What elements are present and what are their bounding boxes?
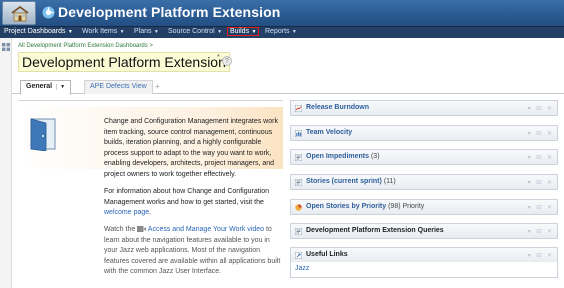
menu-label: Work Items [82, 28, 118, 35]
widget-tools-icon[interactable]: ▾ ⊟ ✕ [528, 228, 554, 235]
widget-tools-icon[interactable]: ▾ ⊟ ✕ [528, 154, 554, 161]
widget-title-text: Open Impediments [306, 153, 370, 160]
widget-title: Open Stories by Priority (98) Priority [306, 203, 424, 210]
widget-tools-icon[interactable]: ▾ ⊟ ✕ [528, 105, 554, 112]
info-text-end: . [149, 209, 152, 216]
chevron-down-icon: ▼ [118, 29, 125, 35]
help-icon[interactable]: ? [222, 56, 232, 66]
widget-useful-links[interactable]: Useful Links ▾ ⊟ ✕ [290, 247, 558, 263]
widget-open-impediments[interactable]: Open Impediments (3) ▾ ⊟ ✕ [290, 149, 558, 165]
widget-tools-icon[interactable]: ▾ ⊟ ✕ [528, 204, 554, 211]
widget-open-stories-by-priority[interactable]: Open Stories by Priority (98) Priority ▾… [290, 199, 558, 215]
menu-label: Source Control [168, 28, 215, 35]
side-strip [0, 38, 12, 288]
widget-tools-icon[interactable]: ▾ ⊟ ✕ [528, 252, 554, 259]
widget-count: (3) [370, 153, 380, 160]
widget-title: Stories (current sprint) (11) [306, 178, 396, 185]
widget-title-text: Stories (current sprint) [306, 178, 382, 185]
tab-general[interactable]: General ▼ [20, 80, 72, 95]
widget-title-text: Open Stories by Priority [306, 203, 387, 210]
widget-release-burndown[interactable]: Release Burndown ▾ ⊟ ✕ [290, 100, 558, 116]
menu-project-dashboards[interactable]: Project Dashboards ▼ [4, 28, 73, 35]
query-icon [295, 179, 302, 186]
widget-title: Useful Links [306, 251, 348, 258]
chevron-down-icon[interactable]: ▼ [56, 84, 65, 90]
modified-indicator: * [217, 54, 220, 61]
menu-label: Reports [265, 28, 290, 35]
welcome-page-link[interactable]: welcome page [104, 209, 149, 216]
jazz-link[interactable]: Jazz [295, 265, 309, 272]
menu-reports[interactable]: Reports ▼ [265, 28, 297, 35]
widget-title: Release Burndown [306, 104, 370, 111]
query-icon [295, 154, 302, 161]
welcome-description: Change and Configuration Management inte… [104, 118, 278, 178]
menu-source-control[interactable]: Source Control ▼ [168, 28, 222, 35]
info-text: For information about how Change and Con… [104, 188, 269, 206]
home-button[interactable] [2, 1, 36, 25]
menu-label: Project Dashboards [4, 28, 66, 35]
video-link[interactable]: Access and Manage Your Work video [148, 226, 264, 233]
jazz-logo-icon [42, 6, 55, 19]
home-icon [11, 6, 29, 22]
add-tab-icon[interactable]: + [155, 82, 160, 91]
video-text: Watch the [104, 226, 136, 233]
useful-links-body: Jazz [290, 262, 558, 278]
menu-plans[interactable]: Plans ▼ [134, 28, 159, 35]
title-bar: Development Platform Extension [0, 0, 564, 26]
menu-label: Plans [134, 28, 152, 35]
app-title: Development Platform Extension [58, 4, 281, 20]
widget-tools-icon[interactable]: ▾ ⊟ ✕ [528, 130, 554, 137]
menu-work-items[interactable]: Work Items ▼ [82, 28, 125, 35]
chart-icon [295, 105, 302, 112]
widget-stories-current-sprint[interactable]: Stories (current sprint) (11) ▾ ⊟ ✕ [290, 174, 558, 190]
chevron-down-icon: ▼ [215, 29, 223, 35]
widget-title: Development Platform Extension Queries [306, 227, 444, 234]
breadcrumb[interactable]: All Development Platform Extension Dashb… [18, 43, 153, 49]
widget-title: Open Impediments (3) [306, 153, 380, 160]
chevron-down-icon: ▼ [290, 29, 297, 35]
tab-label: APE Defects View [90, 83, 147, 90]
menu-bar: Project Dashboards ▼ Work Items ▼ Plans … [0, 26, 564, 38]
menu-label: Builds [230, 28, 250, 35]
widget-tools-icon[interactable]: ▾ ⊟ ✕ [528, 179, 554, 186]
video-text-end: to learn about the navigation features a… [104, 226, 281, 275]
chevron-down-icon: ▼ [250, 29, 257, 35]
tab-ape-defects-view[interactable]: APE Defects View [84, 80, 153, 94]
chevron-down-icon: ▼ [66, 29, 73, 35]
dashboard-tabs: General ▼ APE Defects View + [12, 78, 564, 95]
widget-subtitle: Priority [402, 203, 425, 210]
widget-title: Team Velocity [306, 129, 353, 136]
page-title: Development Platform Extension [18, 52, 230, 72]
widget-count: (11) [383, 178, 396, 185]
chevron-down-icon: ▼ [152, 29, 159, 35]
open-door-icon [30, 118, 56, 151]
chart-icon [295, 130, 302, 137]
link-icon [295, 252, 302, 259]
widget-project-queries[interactable]: Development Platform Extension Queries ▾… [290, 223, 558, 239]
menu-builds[interactable]: Builds ▼ [227, 27, 260, 36]
welcome-info: For information about how Change and Con… [104, 187, 282, 219]
grid-icon[interactable] [2, 43, 10, 51]
welcome-panel: Change and Configuration Management inte… [18, 100, 283, 288]
widget-count: (98) [388, 203, 401, 210]
video-info: Watch the Access and Manage Your Work vi… [104, 225, 282, 278]
video-icon [137, 226, 147, 233]
query-icon [295, 228, 302, 235]
widget-team-velocity[interactable]: Team Velocity ▾ ⊟ ✕ [290, 125, 558, 141]
tab-label: General [26, 83, 53, 90]
pie-chart-icon [295, 204, 302, 211]
